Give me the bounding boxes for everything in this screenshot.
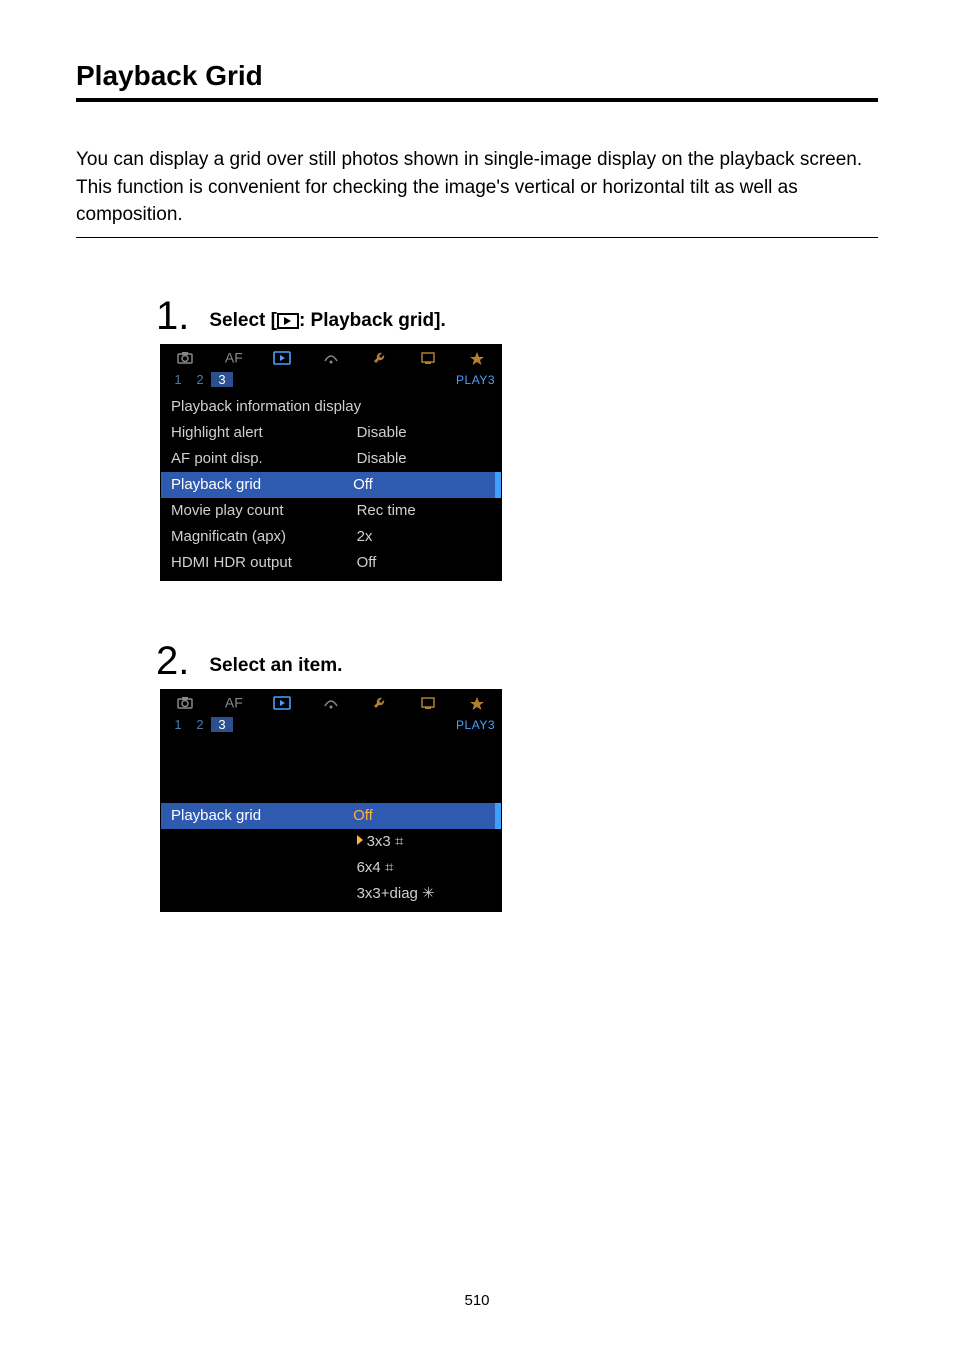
menu-row-value: 2x [357, 526, 491, 548]
tab-star-icon [452, 693, 501, 709]
step-title-suffix: : Playback grid]. [299, 310, 446, 331]
step-title-prefix: Select [ [209, 310, 277, 331]
tab-wrench-icon [355, 693, 404, 709]
camera-menu-screenshot-2: AF [160, 689, 502, 912]
menu-page-row: 1 2 3 PLAY3 [161, 714, 501, 736]
tab-play-icon [258, 693, 307, 709]
page-num-3: 3 [211, 372, 233, 387]
menu-row-selected: Playback grid Off [161, 803, 501, 829]
menu-row-selected: Playback grid Off [161, 472, 501, 498]
tab-wireless-icon [307, 693, 356, 709]
menu-tab-row: AF [161, 345, 501, 369]
menu-row-label: Magnificatn (apx) [171, 526, 357, 548]
menu-row-value: 6x4 ⌗ [357, 857, 491, 879]
page-num-2: 2 [189, 717, 211, 732]
menu-row: 3x3+diag ✳ [161, 881, 501, 907]
tab-af: AF [210, 693, 259, 710]
tab-custom-icon [404, 348, 453, 364]
page-num-1: 1 [167, 717, 189, 732]
menu-row-label [171, 857, 357, 879]
menu-row-value: Off [353, 805, 485, 827]
menu-row-value: Disable [357, 422, 491, 444]
menu-row: 3x3 ⌗ [161, 829, 501, 855]
menu-row-value: Off [353, 474, 485, 496]
tab-wireless-icon [307, 348, 356, 364]
menu-gap [161, 739, 501, 803]
step-title: Select an item. [209, 655, 342, 677]
menu-page-row: 1 2 3 PLAY3 [161, 369, 501, 391]
page-tag: PLAY3 [456, 718, 495, 732]
page-num-2: 2 [189, 372, 211, 387]
menu-row-label [171, 883, 357, 905]
menu-row-label: Movie play count [171, 500, 357, 522]
menu-row-value: 3x3+diag ✳ [357, 883, 491, 905]
menu-tab-row: AF [161, 690, 501, 714]
page-num-3: 3 [211, 717, 233, 732]
step-2: 2. Select an item. AF [156, 641, 878, 912]
menu-row: HDMI HDR output Off [161, 550, 501, 576]
page-tag: PLAY3 [456, 373, 495, 387]
tab-custom-icon [404, 693, 453, 709]
menu-row-value: Off [357, 552, 491, 574]
camera-menu-screenshot-1: AF [160, 344, 502, 581]
menu-row-value: Disable [357, 448, 491, 470]
menu-row: Movie play count Rec time [161, 498, 501, 524]
menu-row: Playback information display [161, 394, 501, 420]
menu-row-label: AF point disp. [171, 448, 357, 470]
tab-wrench-icon [355, 348, 404, 364]
menu-row-label [171, 831, 357, 853]
menu-row-label: Playback grid [171, 474, 353, 496]
tab-camera-icon [161, 348, 210, 364]
menu-row: AF point disp. Disable [161, 446, 501, 472]
tab-star-icon [452, 348, 501, 364]
page-title: Playback Grid [76, 60, 878, 102]
step-number: 1. [156, 296, 189, 336]
menu-row-value: 3x3 ⌗ [357, 831, 491, 853]
menu-row-label: HDMI HDR output [171, 552, 357, 574]
step-title: Select [ : Playback grid]. [209, 310, 445, 332]
menu-row-label: Playback grid [171, 805, 353, 827]
step-number: 2. [156, 641, 189, 681]
menu-row: 6x4 ⌗ [161, 855, 501, 881]
menu-row-value-text: 3x3 ⌗ [367, 833, 404, 850]
tab-play-icon [258, 348, 307, 364]
intro-text: You can display a grid over still photos… [76, 146, 878, 238]
menu-row: Magnificatn (apx) 2x [161, 524, 501, 550]
menu-row-value: Rec time [357, 500, 491, 522]
menu-row: Highlight alert Disable [161, 420, 501, 446]
page-number: 510 [0, 1292, 954, 1309]
selection-caret-icon [357, 835, 363, 845]
page-num-1: 1 [167, 372, 189, 387]
step-1: 1. Select [ : Playback grid]. AF [156, 296, 878, 581]
play-icon [277, 313, 299, 329]
menu-row-label: Playback information display [171, 396, 491, 418]
menu-row-label: Highlight alert [171, 422, 357, 444]
tab-camera-icon [161, 693, 210, 709]
tab-af: AF [210, 348, 259, 365]
